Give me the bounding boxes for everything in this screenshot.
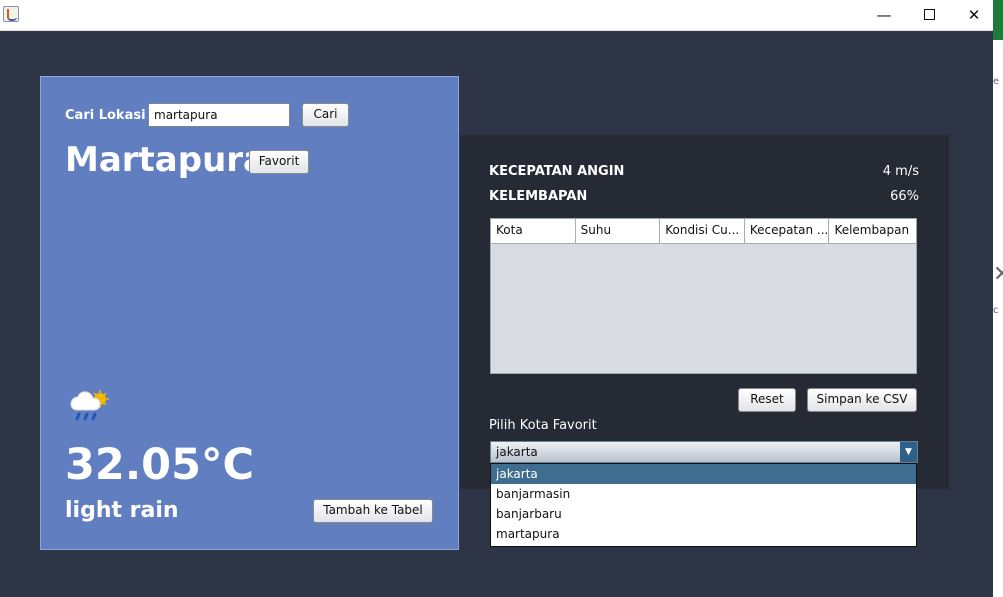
- dropdown-item-jakarta[interactable]: jakarta: [491, 464, 916, 484]
- minimize-button[interactable]: —: [861, 0, 907, 31]
- weather-table[interactable]: Kota Suhu Kondisi Cu... Kecepatan ... Ke…: [490, 218, 917, 374]
- dropdown-item-martapura[interactable]: martapura: [491, 524, 916, 544]
- maximize-icon: [923, 8, 935, 20]
- wind-speed-label: KECEPATAN ANGIN: [489, 164, 625, 179]
- favorite-city-label: Pilih Kota Favorit: [489, 418, 597, 433]
- background-window-bottom-edge: [993, 579, 1003, 597]
- weather-app-window: — ✕ e ✕ c Cari Lokasi Cari Martapura Fav…: [0, 0, 1003, 597]
- column-header-suhu[interactable]: Suhu: [576, 219, 661, 243]
- favorite-city-dropdown-list[interactable]: jakarta banjarmasin banjarbaru martapura: [490, 463, 917, 547]
- column-header-kelembapan[interactable]: Kelembapan: [829, 219, 916, 243]
- location-search-input[interactable]: [148, 103, 290, 127]
- reset-button[interactable]: Reset: [738, 388, 796, 412]
- column-header-kota[interactable]: Kota: [491, 219, 576, 243]
- dropdown-arrow-icon[interactable]: ▼: [900, 442, 917, 462]
- add-to-table-button[interactable]: Tambah ke Tabel: [313, 499, 433, 523]
- favorite-city-selected-value: jakarta: [496, 445, 538, 459]
- maximize-button[interactable]: [906, 0, 952, 31]
- background-window-green-edge: [993, 0, 1003, 40]
- weather-details-panel: KECEPATAN ANGIN 4 m/s KELEMBAPAN 66% Kot…: [460, 135, 949, 489]
- background-window-letter-c: c: [993, 305, 999, 316]
- current-weather-panel: Cari Lokasi Cari Martapura Favorit 32.05…: [40, 76, 459, 550]
- background-window-close-icon: ✕: [993, 262, 1003, 287]
- save-csv-button[interactable]: Simpan ke CSV: [807, 388, 917, 412]
- dropdown-item-banjarmasin[interactable]: banjarmasin: [491, 484, 916, 504]
- humidity-label: KELEMBAPAN: [489, 189, 588, 204]
- wind-speed-value: 4 m/s: [882, 164, 919, 179]
- temperature-value: 32.05°C: [65, 440, 255, 490]
- search-location-label: Cari Lokasi: [65, 108, 146, 123]
- dropdown-item-banjarbaru[interactable]: banjarbaru: [491, 504, 916, 524]
- rain-cloud-sun-icon: [70, 390, 109, 421]
- weather-condition: light rain: [65, 498, 179, 523]
- favorite-city-combobox[interactable]: jakarta ▼: [490, 441, 918, 463]
- column-header-kondisi-cuaca[interactable]: Kondisi Cu...: [660, 219, 745, 243]
- java-app-icon: [3, 6, 19, 22]
- search-button[interactable]: Cari: [302, 103, 349, 127]
- column-header-kecepatan-angin[interactable]: Kecepatan ...: [745, 219, 830, 243]
- background-window-edge: e ✕ c: [993, 0, 1003, 597]
- favorite-button[interactable]: Favorit: [249, 150, 309, 174]
- title-bar: — ✕: [0, 0, 993, 31]
- city-name: Martapura: [65, 140, 266, 180]
- humidity-value: 66%: [890, 189, 919, 204]
- close-button[interactable]: ✕: [951, 0, 997, 31]
- table-header-row: Kota Suhu Kondisi Cu... Kecepatan ... Ke…: [491, 219, 916, 244]
- background-window-letter-e: e: [993, 76, 1000, 87]
